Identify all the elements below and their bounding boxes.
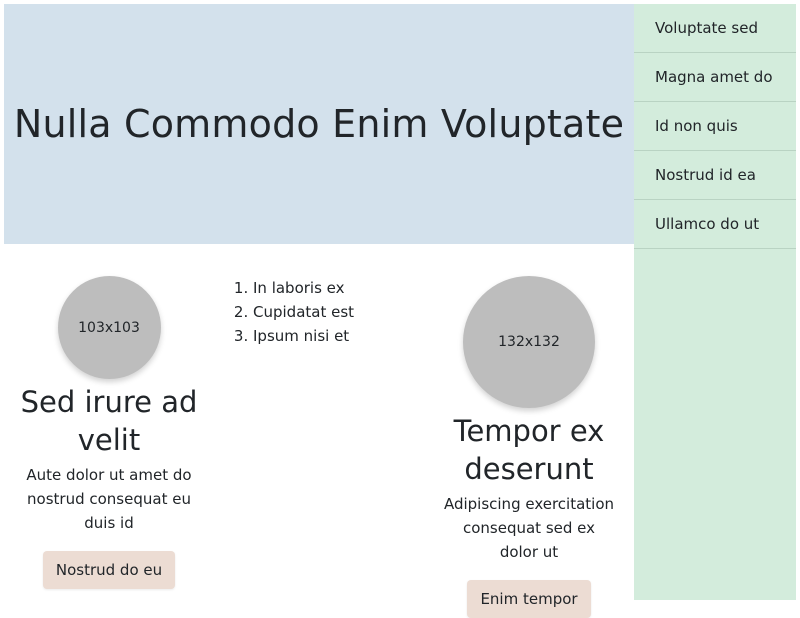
sidebar-item-label: Ullamco do ut [655,215,760,233]
sidebar-item-ullamco-do-ut[interactable]: Ullamco do ut [634,200,796,249]
sidebar-nav: Voluptate sed Magna amet do Id non quis … [634,4,796,600]
card-body: Adipiscing exercitation consequat sed ex… [443,495,615,561]
feature-card-right: 132x132 Tempor ex deserunt Adipiscing ex… [429,276,629,618]
sidebar-item-nostrud-id-ea[interactable]: Nostrud id ea [634,151,796,200]
sidebar-item-label: Voluptate sed [655,19,758,37]
card-action-button[interactable]: Nostrud do eu [42,551,176,589]
image-size-label: 103x103 [78,319,140,336]
ordered-list: In laboris ex Cupidatat est Ipsum nisi e… [233,276,354,348]
card-title: Sed irure ad velit [20,385,198,457]
card-action-button[interactable]: Enim tempor [467,580,591,618]
sidebar-item-id-non-quis[interactable]: Id non quis [634,102,796,151]
card-title: Tempor ex deserunt [453,414,605,486]
hero-banner: Nulla Commodo Enim Voluptate [4,4,634,244]
page-frame: Nulla Commodo Enim Voluptate Voluptate s… [4,4,796,618]
list-item: Ipsum nisi et [253,324,354,348]
sidebar-item-label: Magna amet do [655,68,773,86]
avatar-placeholder-image: 103x103 [57,276,161,379]
avatar-placeholder-image: 132x132 [463,276,595,408]
feature-card-left: 103x103 Sed irure ad velit Aute dolor ut… [9,276,209,589]
sidebar-item-label: Nostrud id ea [655,166,756,184]
image-size-label: 132x132 [498,334,560,350]
sidebar-item-label: Id non quis [655,117,738,135]
sidebar-item-magna-amet-do[interactable]: Magna amet do [634,53,796,102]
list-item: Cupidatat est [253,300,354,324]
list-item: In laboris ex [253,276,354,300]
page-title: Nulla Commodo Enim Voluptate [13,102,625,146]
card-body: Aute dolor ut amet do nostrud consequat … [26,466,192,532]
sidebar-item-voluptate-sed[interactable]: Voluptate sed [634,4,796,53]
